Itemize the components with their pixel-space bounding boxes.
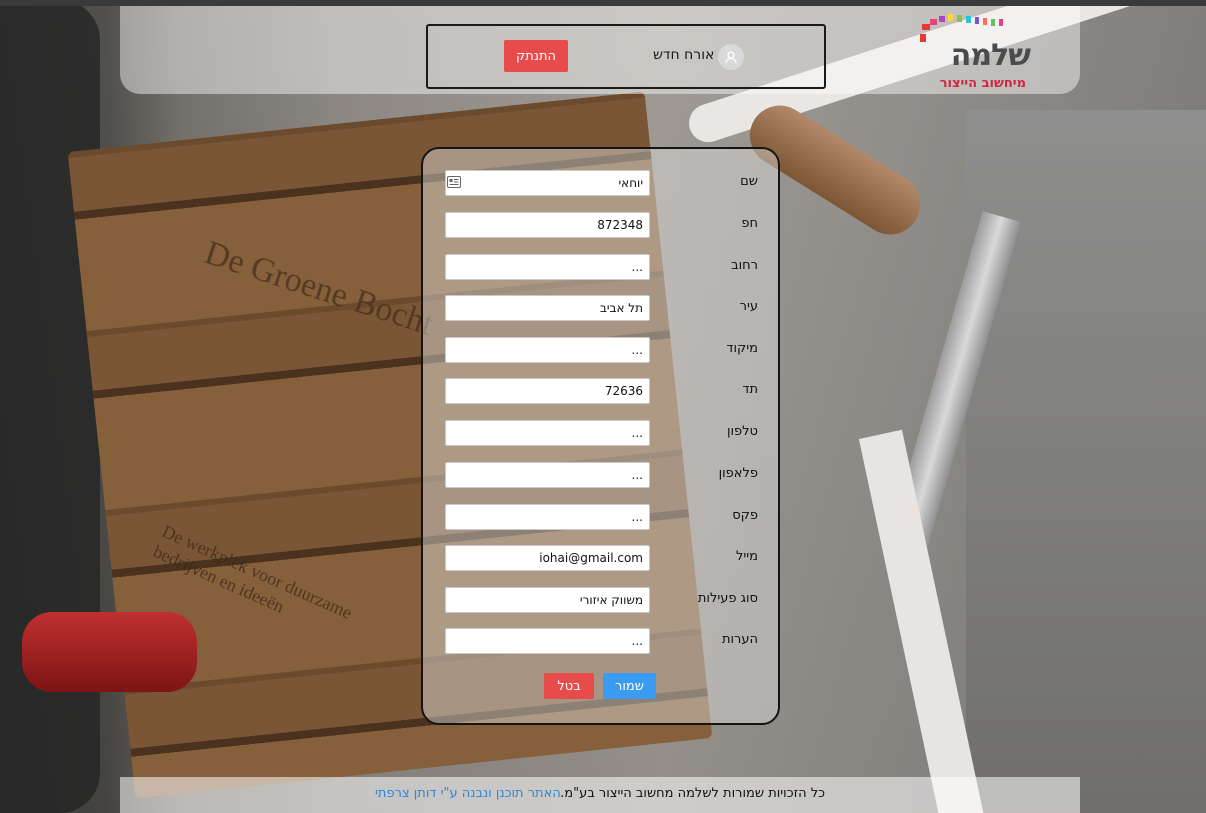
user-box: התנתק אורח חדש: [426, 24, 826, 89]
notes-field[interactable]: [445, 628, 650, 654]
fax-field[interactable]: [445, 504, 650, 530]
name-field[interactable]: [445, 170, 650, 196]
user-avatar-icon: [718, 44, 744, 70]
company-id-label: חפ: [741, 216, 758, 231]
copyright-text: כל הזכויות שמורות לשלמה מחשוב הייצור בע"…: [560, 786, 825, 801]
logo-title: שלמה: [950, 38, 1031, 73]
form-row-street: רחוב: [423, 254, 778, 284]
activity-type-field[interactable]: [445, 587, 650, 613]
contact-card-icon[interactable]: [447, 176, 461, 188]
activity-type-label: סוג פעילות: [697, 591, 758, 606]
user-name: אורח חדש: [653, 47, 715, 63]
credit-link[interactable]: האתר תוכנן ונבנה ע"י דותן צרפתי: [375, 786, 561, 801]
mobile-field[interactable]: [445, 462, 650, 488]
city-label: עיר: [739, 299, 758, 314]
name-label: שם: [740, 174, 758, 189]
save-button[interactable]: שמור: [603, 673, 656, 699]
street-field[interactable]: [445, 254, 650, 280]
form-row-email: מייל: [423, 545, 778, 575]
customer-form: שם חפ רחוב עיר מיקוד תד טלפון פלאפון פקס…: [421, 147, 780, 725]
city-field[interactable]: [445, 295, 650, 321]
form-row-phone: טלפון: [423, 420, 778, 450]
form-row-city: עיר: [423, 295, 778, 325]
footer: כל הזכויות שמורות לשלמה מחשוב הייצור בע"…: [120, 777, 1080, 813]
email-field[interactable]: [445, 545, 650, 571]
form-row-zip: מיקוד: [423, 337, 778, 367]
form-row-po-box: תד: [423, 378, 778, 408]
street-label: רחוב: [731, 258, 758, 273]
fax-label: פקס: [732, 508, 758, 523]
company-id-field[interactable]: [445, 212, 650, 238]
zip-field[interactable]: [445, 337, 650, 363]
form-row-name: שם: [423, 170, 778, 200]
po-box-label: תד: [742, 382, 758, 397]
cancel-button[interactable]: בטל: [544, 673, 594, 699]
po-box-field[interactable]: [445, 378, 650, 404]
phone-field[interactable]: [445, 420, 650, 446]
logo-subtitle: מיחשוב הייצור: [939, 76, 1026, 91]
form-row-activity-type: סוג פעילות: [423, 587, 778, 617]
form-row-notes: הערות: [423, 628, 778, 658]
zip-label: מיקוד: [726, 341, 758, 356]
form-row-mobile: פלאפון: [423, 462, 778, 492]
form-row-fax: פקס: [423, 504, 778, 534]
notes-label: הערות: [721, 632, 758, 647]
logout-button[interactable]: התנתק: [504, 40, 568, 72]
mobile-label: פלאפון: [718, 466, 758, 481]
logo[interactable]: שלמה מיחשוב הייצור: [920, 12, 1031, 91]
email-label: מייל: [735, 549, 758, 564]
phone-label: טלפון: [726, 424, 758, 439]
form-row-company-id: חפ: [423, 212, 778, 242]
